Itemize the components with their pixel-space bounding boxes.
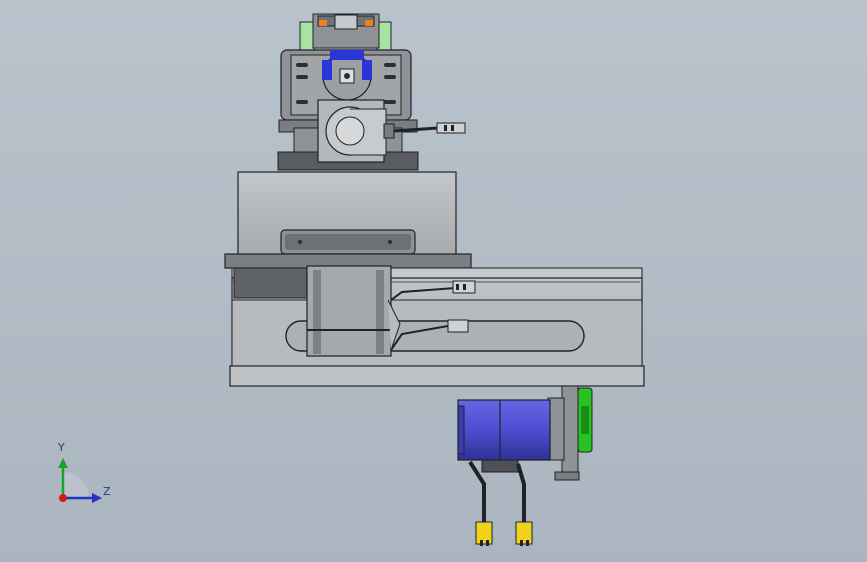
motor-cable-right <box>516 463 526 526</box>
blue-clamp-left <box>322 60 332 80</box>
rail-connector-lower <box>447 319 469 333</box>
connector-pin <box>456 284 459 290</box>
drive-motor-assembly[interactable] <box>457 385 593 546</box>
slider-block <box>233 267 309 299</box>
z-axis-label: Z <box>103 485 111 498</box>
carriage-block[interactable] <box>224 171 472 269</box>
blue-clamp-right <box>362 60 372 80</box>
servo-gland <box>383 123 395 139</box>
connector-pin <box>526 540 529 546</box>
triad-quadrant <box>63 472 89 498</box>
cad-model-drawing[interactable] <box>0 0 867 562</box>
top-gripper-assembly[interactable] <box>277 13 466 171</box>
connector-pin <box>444 125 447 131</box>
rotary-center-hole <box>344 73 350 79</box>
motor-connector-block <box>481 459 519 473</box>
motor-bracket-foot <box>554 471 580 481</box>
yellow-connector-right <box>515 521 533 545</box>
yellow-connector-left <box>475 521 493 545</box>
spring-guide-left <box>299 21 315 53</box>
connector-pin <box>486 540 489 546</box>
connector-pin <box>520 540 523 546</box>
cad-viewport[interactable]: Y Z <box>0 0 867 562</box>
connector-pin <box>480 540 483 546</box>
slot-screw <box>298 240 302 244</box>
servo-hub <box>335 116 365 146</box>
column-rib <box>313 270 321 354</box>
x-axis-dot <box>59 494 67 502</box>
slot-screw <box>388 240 392 244</box>
gripper-jaw <box>334 14 358 30</box>
connector-pin <box>463 284 466 290</box>
motor-body <box>457 399 551 461</box>
z-axis-arrow <box>92 493 102 503</box>
blue-clamp-top <box>330 50 364 60</box>
y-axis-label: Y <box>58 441 65 454</box>
orientation-triad[interactable] <box>58 458 102 503</box>
pulley-hub <box>581 406 589 434</box>
orange-pad-right <box>365 20 373 26</box>
y-axis-arrow <box>58 458 68 468</box>
carriage-slot-inner <box>285 234 411 250</box>
motor-end-cap <box>457 405 465 455</box>
rail-base <box>229 365 645 387</box>
orange-pad-left <box>319 20 327 26</box>
linear-axis[interactable] <box>229 265 645 387</box>
column-rib <box>376 270 384 354</box>
connector-pin <box>451 125 454 131</box>
